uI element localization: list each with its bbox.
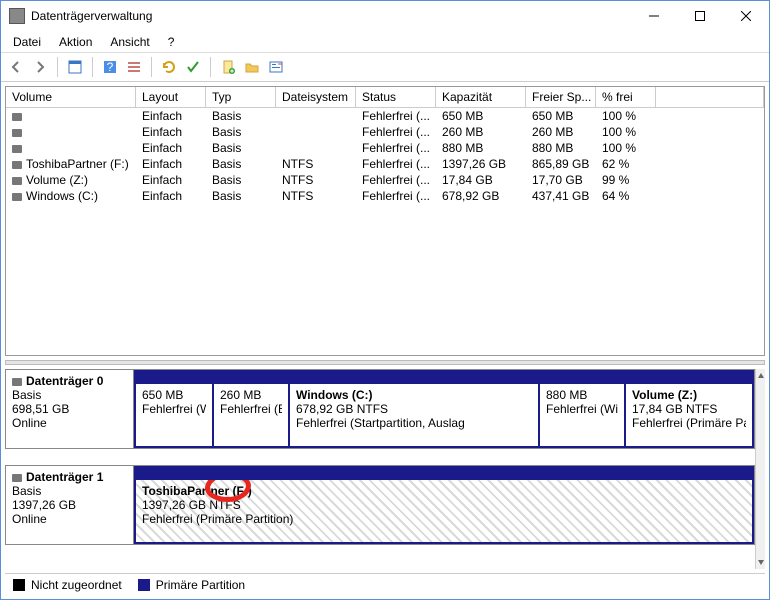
- folder-button[interactable]: [241, 56, 263, 78]
- disk-block: Datenträger 0Basis698,51 GBOnline650 MBF…: [5, 369, 755, 449]
- table-row[interactable]: ToshibaPartner (F:)EinfachBasisNTFSFehle…: [6, 156, 764, 172]
- column-headers[interactable]: Volume Layout Typ Dateisystem Status Kap…: [6, 87, 764, 108]
- toolbar: ?: [1, 53, 769, 81]
- view-list-button[interactable]: [123, 56, 145, 78]
- legend-primary: Primäre Partition: [138, 578, 245, 592]
- properties-button[interactable]: [265, 56, 287, 78]
- partition[interactable]: 880 MBFehlerfrei (Wie: [540, 370, 626, 448]
- help-button[interactable]: ?: [99, 56, 121, 78]
- partition[interactable]: 260 MBFehlerfrei (E: [214, 370, 290, 448]
- col-capacity[interactable]: Kapazität: [436, 87, 526, 108]
- close-button[interactable]: [723, 1, 769, 31]
- disk-graphic-pane: Datenträger 0Basis698,51 GBOnline650 MBF…: [5, 369, 765, 569]
- col-layout[interactable]: Layout: [136, 87, 206, 108]
- volume-icon: [12, 193, 22, 201]
- apply-button[interactable]: [182, 56, 204, 78]
- partition[interactable]: Volume (Z:)17,84 GB NTFSFehlerfrei (Prim…: [626, 370, 754, 448]
- volume-icon: [12, 129, 22, 137]
- table-row[interactable]: Volume (Z:)EinfachBasisNTFSFehlerfrei (.…: [6, 172, 764, 188]
- svg-text:?: ?: [107, 60, 114, 74]
- window-title: Datenträgerverwaltung: [31, 9, 631, 23]
- table-row[interactable]: Windows (C:)EinfachBasisNTFSFehlerfrei (…: [6, 188, 764, 204]
- menubar: Datei Aktion Ansicht ?: [1, 31, 769, 53]
- menu-view[interactable]: Ansicht: [102, 33, 157, 51]
- partition[interactable]: ToshibaPartner (F:)1397,26 GB NTFSFehler…: [134, 466, 754, 544]
- table-row[interactable]: EinfachBasisFehlerfrei (...650 MB650 MB1…: [6, 108, 764, 124]
- col-pctfree[interactable]: % frei: [596, 87, 656, 108]
- splitter[interactable]: [5, 360, 765, 365]
- new-button[interactable]: [217, 56, 239, 78]
- app-icon: [9, 8, 25, 24]
- col-status[interactable]: Status: [356, 87, 436, 108]
- menu-help[interactable]: ?: [160, 33, 183, 51]
- partition[interactable]: 650 MBFehlerfrei (Wie: [134, 370, 214, 448]
- forward-button[interactable]: [29, 56, 51, 78]
- volume-icon: [12, 161, 22, 169]
- disk-block: Datenträger 1Basis1397,26 GBOnlineToshib…: [5, 465, 755, 545]
- minimize-button[interactable]: [631, 1, 677, 31]
- maximize-button[interactable]: [677, 1, 723, 31]
- columns-button[interactable]: [64, 56, 86, 78]
- legend-unallocated: Nicht zugeordnet: [13, 578, 122, 592]
- scrollbar[interactable]: [755, 369, 765, 569]
- col-type[interactable]: Typ: [206, 87, 276, 108]
- menu-file[interactable]: Datei: [5, 33, 49, 51]
- col-free[interactable]: Freier Sp...: [526, 87, 596, 108]
- volume-icon: [12, 113, 22, 121]
- refresh-button[interactable]: [158, 56, 180, 78]
- titlebar[interactable]: Datenträgerverwaltung: [1, 1, 769, 31]
- volume-icon: [12, 177, 22, 185]
- disk-label[interactable]: Datenträger 1Basis1397,26 GBOnline: [6, 466, 134, 544]
- table-row[interactable]: EinfachBasisFehlerfrei (...880 MB880 MB1…: [6, 140, 764, 156]
- legend: Nicht zugeordnet Primäre Partition: [5, 573, 765, 595]
- col-spacer: [656, 87, 764, 108]
- table-row[interactable]: EinfachBasisFehlerfrei (...260 MB260 MB1…: [6, 124, 764, 140]
- menu-action[interactable]: Aktion: [51, 33, 100, 51]
- col-volume[interactable]: Volume: [6, 87, 136, 108]
- volume-list[interactable]: Volume Layout Typ Dateisystem Status Kap…: [5, 86, 765, 356]
- col-fs[interactable]: Dateisystem: [276, 87, 356, 108]
- partition[interactable]: Windows (C:)678,92 GB NTFSFehlerfrei (St…: [290, 370, 540, 448]
- disk-label[interactable]: Datenträger 0Basis698,51 GBOnline: [6, 370, 134, 448]
- disk-management-window: Datenträgerverwaltung Datei Aktion Ansic…: [0, 0, 770, 600]
- back-button[interactable]: [5, 56, 27, 78]
- volume-icon: [12, 145, 22, 153]
